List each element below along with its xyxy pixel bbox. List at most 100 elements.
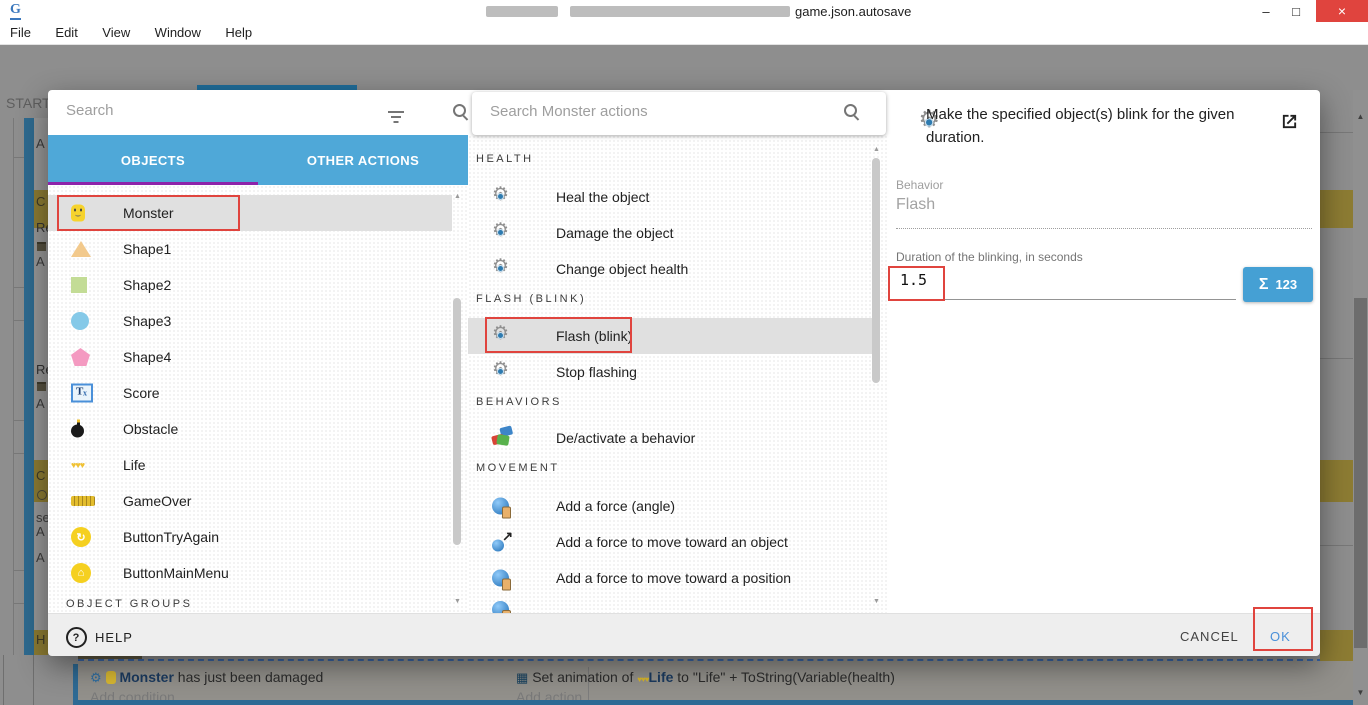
- event-row: ⚙ Monster has just been damaged Add cond…: [78, 659, 1353, 705]
- behavior-field-underline: [896, 214, 1312, 229]
- action-list-scrollbar-thumb[interactable]: [872, 158, 880, 383]
- gameover-text-icon: [71, 496, 95, 506]
- circle-icon: [71, 312, 89, 330]
- action-row-force-toward-object[interactable]: Add a force to move toward an object: [468, 524, 872, 560]
- scroll-down-icon[interactable]: ▼: [873, 598, 880, 605]
- event-action: ▦ Set animation of ♥♥♥Life to "Life" + T…: [516, 669, 895, 685]
- menu-window[interactable]: Window: [145, 22, 211, 43]
- scrollbar-thumb[interactable]: [1354, 298, 1367, 648]
- open-in-new-icon[interactable]: [1281, 113, 1298, 130]
- object-row-score[interactable]: Score: [48, 375, 452, 411]
- bomb-icon: [71, 421, 86, 438]
- highlighted-event-row: [1320, 460, 1353, 502]
- action-label: Change object health: [556, 261, 689, 277]
- add-action-dialog: OBJECTS OTHER ACTIONS Monster Shape1 Sha…: [48, 90, 1320, 656]
- action-label: Damage the object: [556, 225, 674, 241]
- scroll-up-icon[interactable]: ▲: [454, 193, 461, 200]
- filter-icon[interactable]: [388, 111, 404, 123]
- scroll-down-icon[interactable]: ▼: [454, 598, 461, 605]
- search-icon: [844, 104, 860, 120]
- object-row-buttonmainmenu[interactable]: ⌂ ButtonMainMenu: [48, 555, 452, 591]
- life-mini-icon: ♥♥♥: [637, 675, 649, 684]
- menu-help[interactable]: Help: [215, 22, 262, 43]
- object-row-shape1[interactable]: Shape1: [48, 231, 452, 267]
- object-search-bar: [48, 90, 468, 135]
- event-text-fragment: A: [36, 254, 45, 269]
- action-row-damage[interactable]: Damage the object: [468, 215, 872, 251]
- gear-icon: [492, 185, 512, 207]
- action-row-deactivate-behavior[interactable]: De/activate a behavior: [468, 420, 872, 456]
- cancel-button[interactable]: CANCEL: [1180, 629, 1239, 644]
- maximize-button[interactable]: □: [1282, 0, 1310, 22]
- object-row-shape4[interactable]: Shape4: [48, 339, 452, 375]
- action-row-add-force-angle[interactable]: Add a force (angle): [468, 488, 872, 524]
- ok-button[interactable]: OK: [1270, 629, 1291, 644]
- object-row-shape3[interactable]: Shape3: [48, 303, 452, 339]
- object-row-life[interactable]: ♥♥♥ Life: [48, 447, 452, 483]
- object-row-obstacle[interactable]: Obstacle: [48, 411, 452, 447]
- action-label: Add a force to move toward an object: [556, 534, 788, 550]
- scroll-up-icon[interactable]: ▲: [1353, 112, 1368, 122]
- action-text: Set animation of: [532, 669, 638, 685]
- object-row-monster[interactable]: Monster: [48, 195, 452, 231]
- highlighted-event-row: [1320, 655, 1353, 661]
- object-row-gameover[interactable]: GameOver: [48, 483, 452, 519]
- action-label: Add a force (angle): [556, 498, 676, 514]
- action-search-input[interactable]: [488, 102, 822, 121]
- hearts-icon: ♥♥♥: [71, 460, 85, 470]
- scroll-down-icon[interactable]: ▼: [1353, 688, 1368, 698]
- tab-other-actions[interactable]: OTHER ACTIONS: [258, 135, 468, 185]
- action-row-change-health[interactable]: Change object health: [468, 251, 872, 287]
- event-tree-line: [3, 655, 4, 705]
- gear-icon: [492, 360, 512, 382]
- gear-icon: [492, 324, 512, 346]
- search-icon: [453, 104, 469, 120]
- help-button[interactable]: ? HELP: [66, 627, 133, 648]
- object-label: ButtonTryAgain: [123, 529, 219, 545]
- event-text-fragment: Re: [36, 362, 48, 377]
- force-icon: [492, 497, 511, 519]
- minimize-button[interactable]: –: [1252, 0, 1280, 22]
- retry-button-icon: ↻: [71, 527, 91, 547]
- object-search-input[interactable]: [64, 101, 368, 120]
- redacted-title-segment: [570, 6, 790, 17]
- action-label: De/activate a behavior: [556, 430, 696, 446]
- menu-file[interactable]: File: [0, 22, 41, 43]
- behavior-mini-icon: [37, 242, 46, 251]
- action-row-flash-blink[interactable]: Flash (blink): [468, 318, 872, 354]
- tab-objects[interactable]: OBJECTS: [48, 135, 258, 185]
- section-header-flash: FLASH (BLINK): [476, 293, 587, 305]
- force-toward-object-icon: [492, 529, 513, 552]
- event-tree-line: [33, 655, 34, 705]
- scroll-up-icon[interactable]: ▲: [873, 146, 880, 153]
- action-label: Flash (blink): [556, 328, 633, 344]
- event-sheet-bottom: ⚙ Monster has just been damaged Add cond…: [0, 655, 1353, 705]
- action-row-stop-flashing[interactable]: Stop flashing: [468, 354, 872, 390]
- event-sheet-right-edge: [1320, 90, 1353, 661]
- active-tab-underline: [48, 182, 258, 185]
- expression-editor-button[interactable]: Σ 123: [1243, 267, 1313, 302]
- square-icon: [71, 277, 87, 293]
- monster-icon: [71, 204, 85, 222]
- text-object-icon: [71, 383, 93, 403]
- event-text-fragment: Re: [36, 220, 48, 235]
- menu-view[interactable]: View: [92, 22, 140, 43]
- object-row-buttontryagain[interactable]: ↻ ButtonTryAgain: [48, 519, 452, 555]
- duration-field-label: Duration of the blinking, in seconds: [896, 250, 1083, 264]
- object-list-scrollbar-thumb[interactable]: [453, 298, 461, 545]
- dialog-footer: ? HELP CANCEL OK: [48, 613, 1320, 656]
- action-row-heal[interactable]: Heal the object: [468, 179, 872, 215]
- action-row-force-toward-position[interactable]: Add a force to move toward a position: [468, 560, 872, 596]
- menu-edit[interactable]: Edit: [45, 22, 87, 43]
- object-label: ButtonMainMenu: [123, 565, 229, 581]
- object-row-shape2[interactable]: Shape2: [48, 267, 452, 303]
- event-condition: ⚙ Monster has just been damaged: [90, 669, 323, 685]
- monster-mini-icon: [105, 671, 116, 684]
- close-button[interactable]: ×: [1316, 0, 1368, 22]
- event-sheet-scrollbar[interactable]: ▲ ▼: [1353, 90, 1368, 705]
- event-row-divider: [1320, 132, 1353, 133]
- pentagon-icon: [71, 348, 90, 366]
- duration-field-underline: [896, 285, 1236, 300]
- section-header-movement: MOVEMENT: [476, 462, 560, 474]
- action-object-name: Life: [648, 669, 674, 685]
